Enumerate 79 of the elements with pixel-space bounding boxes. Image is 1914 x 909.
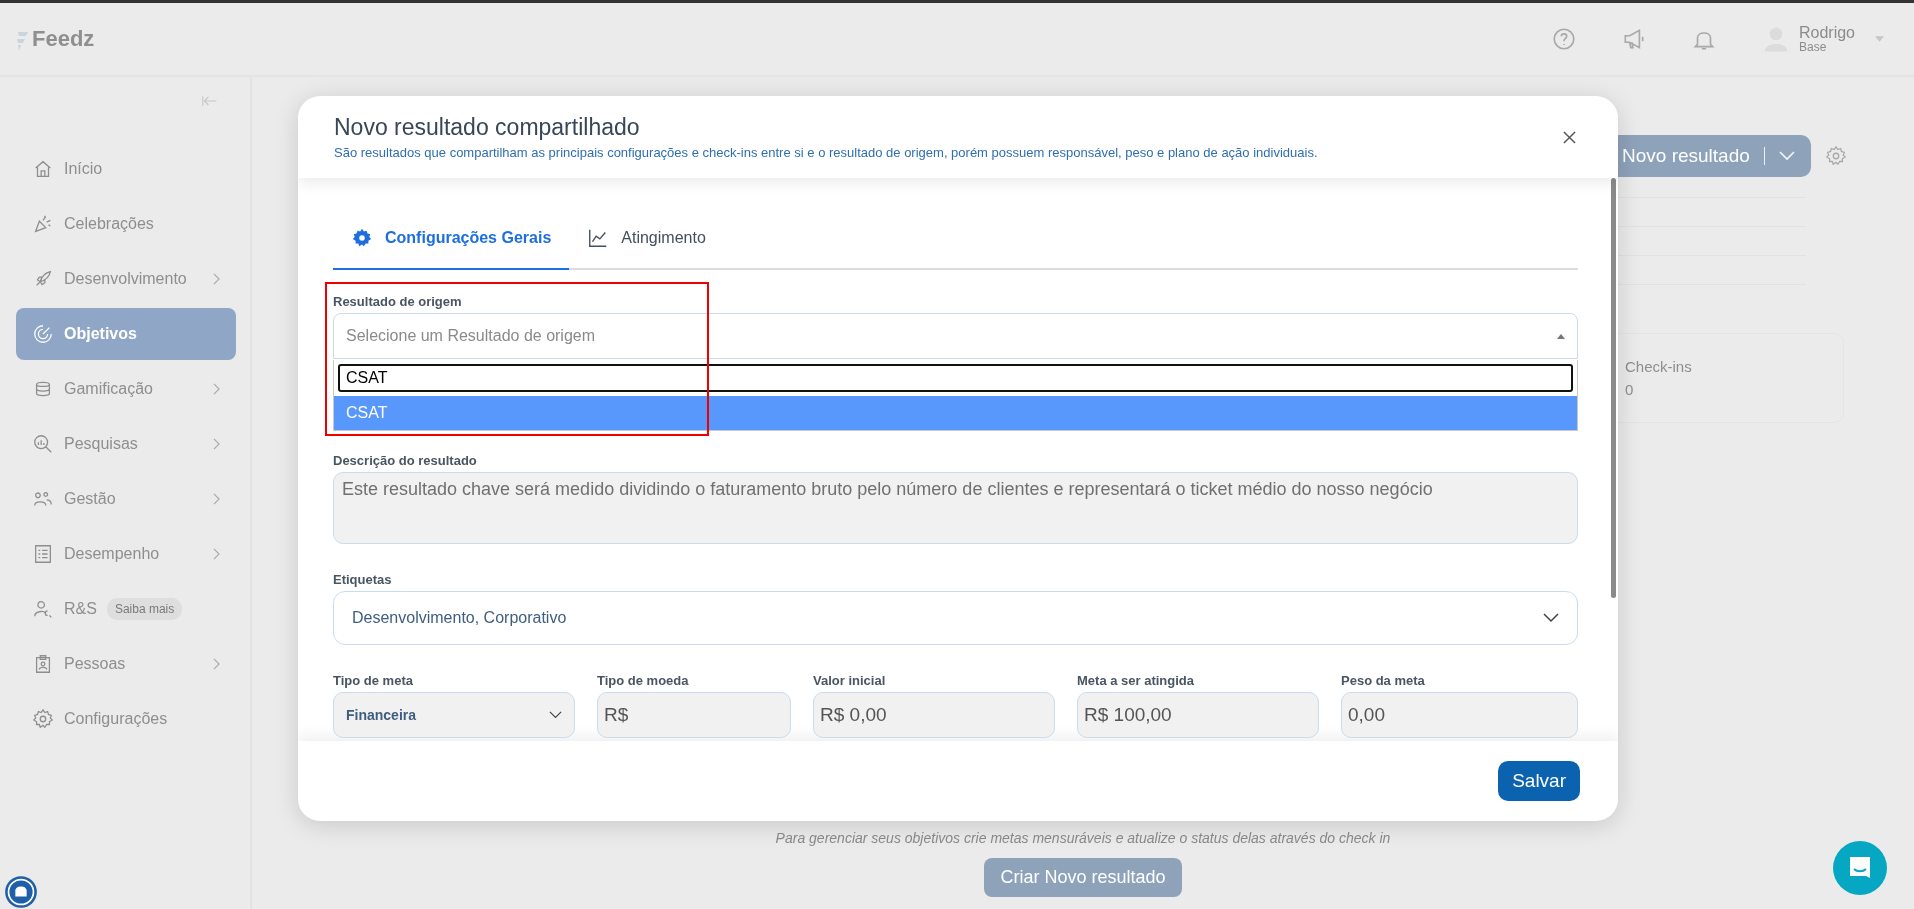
sidebar-label: Desenvolvimento <box>64 270 187 288</box>
sidebar-item[interactable]: Configurações <box>16 693 236 745</box>
input-field[interactable]: R$ <box>597 692 791 738</box>
chevron-right-icon <box>213 383 220 395</box>
chevron-down-icon <box>549 711 562 719</box>
search-field[interactable]: CSAT <box>338 364 1573 392</box>
sidebar-item[interactable]: Celebrações <box>16 198 236 250</box>
sidebar-item[interactable]: Gestão <box>16 473 236 525</box>
description-field[interactable]: Este resultado chave será medido dividindo o faturamento bruto pelo número de clientes e representará o ticket médio do nosso negócio <box>333 472 1578 544</box>
target-icon <box>32 323 54 345</box>
field-label: Descrição do resultado <box>333 453 478 468</box>
person-search-icon <box>32 598 54 620</box>
sidebar-item[interactable]: R&S Saiba mais <box>16 583 236 635</box>
tags-select[interactable]: Desenvolvimento, Corporativo <box>333 591 1578 645</box>
logo-text: Feedz <box>32 26 95 52</box>
tab[interactable]: Atingimento <box>569 208 724 270</box>
notification-bell-icon[interactable] <box>4 875 38 909</box>
input-field[interactable]: R$ 0,00 <box>813 692 1055 738</box>
sidebar-label: Configurações <box>64 710 168 728</box>
sidebar-item[interactable]: Pessoas <box>16 638 236 690</box>
scrollbar[interactable] <box>1611 178 1616 598</box>
field-label: Peso da meta <box>1341 673 1426 688</box>
logo-mark-icon <box>16 30 30 52</box>
sidebar-label: Desempenho <box>64 545 160 563</box>
checklist-icon <box>32 543 54 565</box>
chevron-right-icon <box>213 273 220 285</box>
chevron-right-icon <box>213 658 220 670</box>
stat-label: Check-ins <box>1625 358 1693 375</box>
user-role: Base <box>1798 41 1827 53</box>
modal-title: Novo resultado compartilhado <box>334 114 641 141</box>
magnifier-chart-icon <box>32 433 54 455</box>
sidebar-label: R&S <box>64 600 97 618</box>
tab[interactable]: Configurações Gerais <box>333 208 570 270</box>
modal-subtitle: São resultados que compartilham as principais configurações e check-ins entre si e o resultado de origem, porém possuem responsável, peso e plano de ação individuais. <box>334 145 1318 160</box>
create-result-button[interactable]: Criar Novo resultado <box>984 858 1182 897</box>
sidebar-label: Gamificação <box>64 380 153 398</box>
sidebar-label: Início <box>64 160 103 178</box>
help-icon[interactable] <box>1550 26 1577 52</box>
save-button[interactable]: Salvar <box>1498 761 1580 801</box>
user-name: Rodrigo <box>1798 25 1855 41</box>
field-label: Valor inicial <box>813 673 887 688</box>
sidebar-item[interactable]: Objetivos <box>16 308 236 360</box>
chevron-down-icon <box>1543 613 1559 623</box>
chevron-right-icon <box>213 438 220 450</box>
sidebar-item[interactable]: Desenvolvimento <box>16 253 236 305</box>
sidebar-item[interactable]: Pesquisas <box>16 418 236 470</box>
settings-icon[interactable] <box>1824 145 1847 167</box>
caret-icon[interactable] <box>1875 36 1884 42</box>
origin-select[interactable]: Selecione um Resultado de origem <box>333 313 1578 359</box>
field-label: Etiquetas <box>333 572 393 587</box>
sidebar-item[interactable]: Gamificação <box>16 363 236 415</box>
chevron-right-icon <box>213 548 220 560</box>
house-icon <box>32 158 54 180</box>
sidebar-label: Celebrações <box>64 215 154 233</box>
stat-value: 0 <box>1625 381 1635 398</box>
sidebar-label: Gestão <box>64 490 116 508</box>
chevron-down-icon[interactable] <box>1778 151 1795 161</box>
input-field[interactable]: 0,00 <box>1341 692 1578 738</box>
empty-state-hint: Para gerenciar seus objetivos crie metas mensuráveis e atualize o status delas através do check in <box>775 830 1391 846</box>
close-icon[interactable] <box>1563 130 1576 144</box>
dropdown-option[interactable]: CSAT <box>334 396 1577 430</box>
chevron-right-icon <box>213 493 220 505</box>
sidebar-label: Pesquisas <box>64 435 138 453</box>
field-label: Meta a ser atingida <box>1077 673 1196 688</box>
goal-type-select[interactable]: Financeira <box>333 692 575 738</box>
settings-icon <box>351 227 373 249</box>
learn-more-badge[interactable]: Saiba mais <box>106 598 183 620</box>
settings-icon <box>32 708 54 730</box>
sidebar-item[interactable]: Desempenho <box>16 528 236 580</box>
sidebar-label: Pessoas <box>64 655 126 673</box>
field-label: Tipo de moeda <box>597 673 690 688</box>
field-label: Resultado de origem <box>333 294 463 309</box>
collapse-icon[interactable] <box>202 95 218 107</box>
input-field[interactable]: R$ 100,00 <box>1077 692 1319 738</box>
field-label: Tipo de meta <box>333 673 414 688</box>
caret-icon <box>1557 333 1565 339</box>
chat-icon[interactable] <box>1833 841 1887 895</box>
sidebar-item[interactable]: Início <box>16 143 236 195</box>
sidebar-label: Objetivos <box>64 325 137 343</box>
